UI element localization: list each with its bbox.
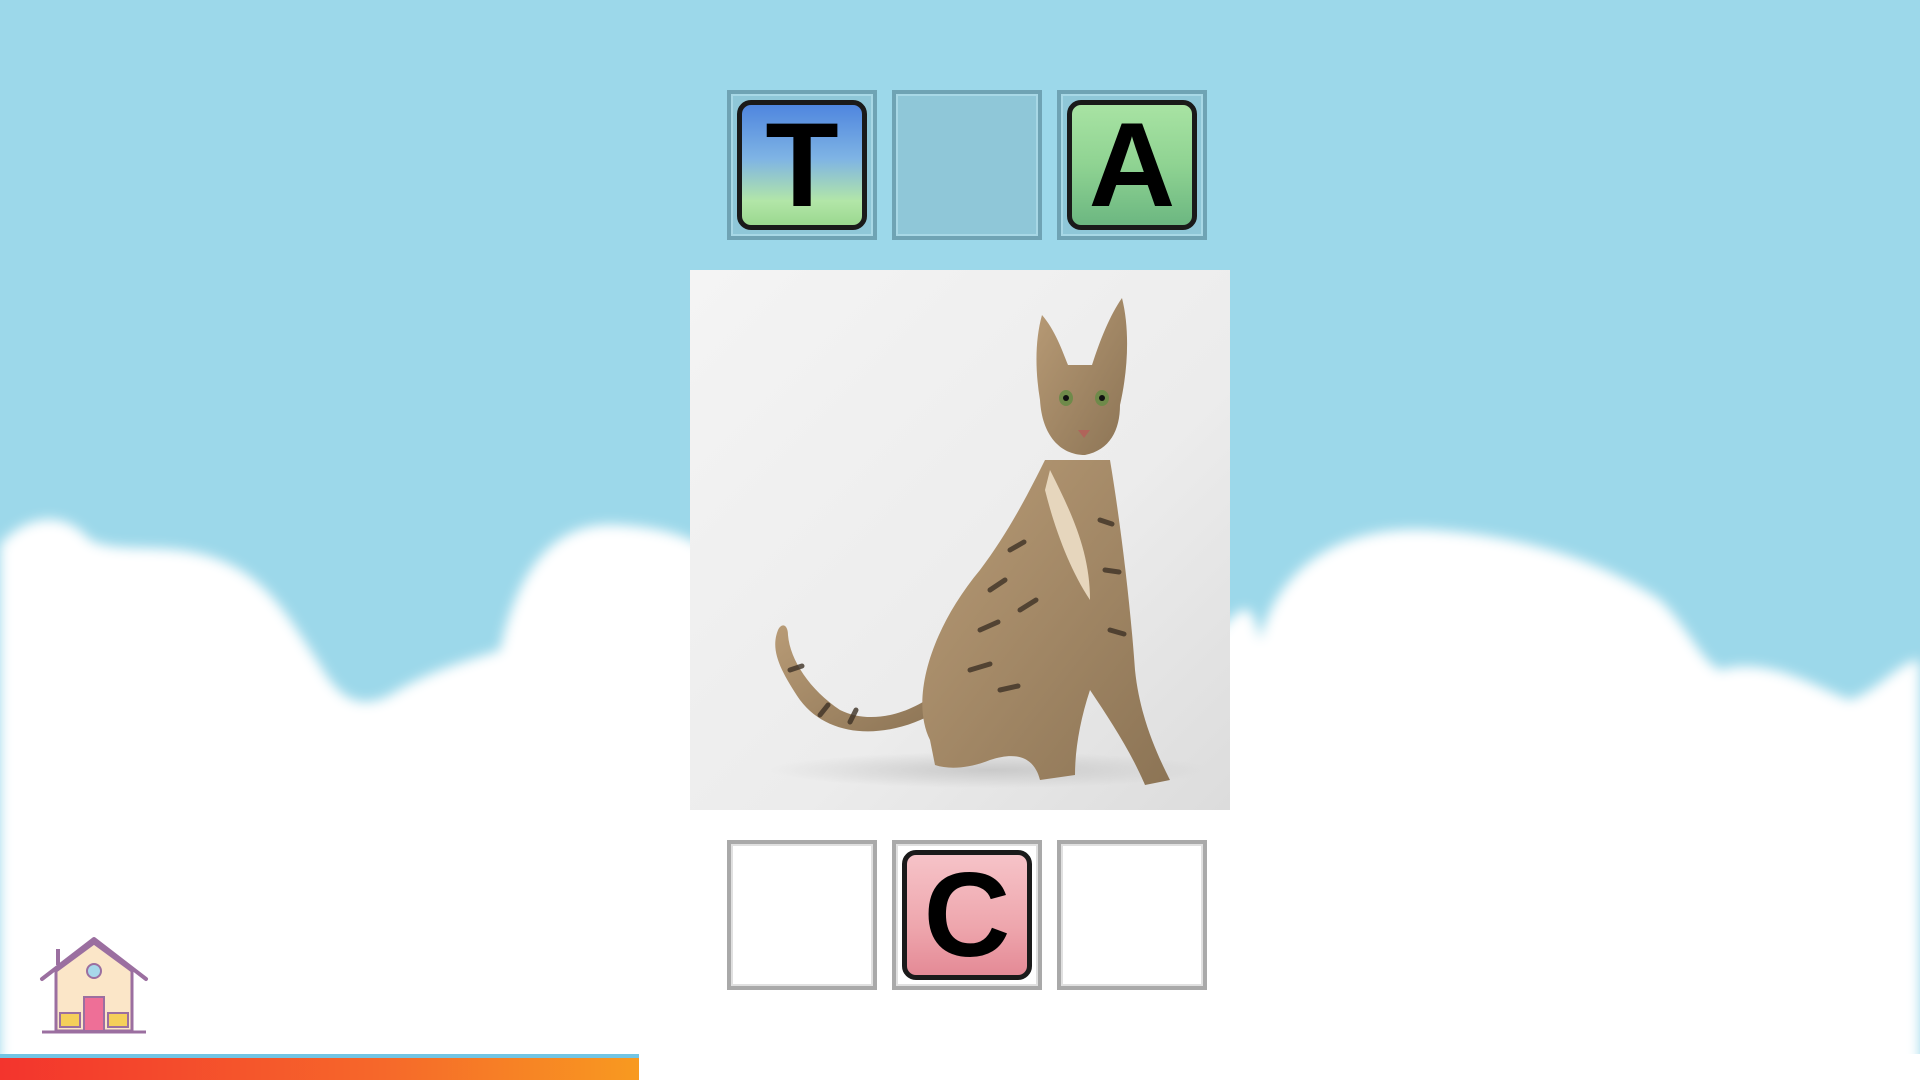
home-button[interactable] bbox=[38, 935, 150, 1035]
letter-tile-c[interactable]: C bbox=[902, 850, 1032, 980]
house-icon bbox=[40, 937, 148, 1034]
bank-slot-3[interactable] bbox=[1057, 840, 1207, 990]
letter-tile-a[interactable]: A bbox=[1067, 100, 1197, 230]
cat-photo bbox=[690, 270, 1230, 810]
progress-bar bbox=[0, 1054, 639, 1080]
answer-slot-3[interactable]: A bbox=[1057, 90, 1207, 240]
letter-tile-t[interactable]: T bbox=[737, 100, 867, 230]
cat-illustration bbox=[770, 298, 1210, 788]
answer-slot-2[interactable] bbox=[892, 90, 1042, 240]
bank-slot-2[interactable]: C bbox=[892, 840, 1042, 990]
bank-slot-1[interactable] bbox=[727, 840, 877, 990]
answer-slot-1[interactable]: T bbox=[727, 90, 877, 240]
